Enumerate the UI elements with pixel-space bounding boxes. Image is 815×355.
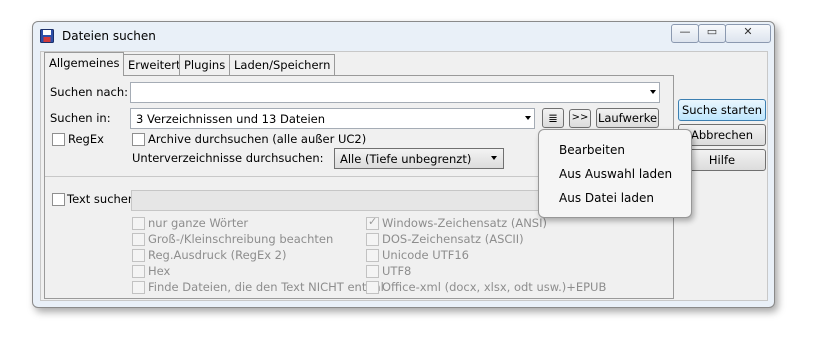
chevron-down-icon[interactable] [650,90,656,94]
search-in-combobox[interactable]: 3 Verzeichnissen und 13 Dateien [130,108,535,129]
hex-label: Hex [148,264,171,278]
menu-item-aus-auswahl-laden[interactable]: Aus Auswahl laden [559,167,672,181]
window-title: Dateien suchen [62,29,156,43]
case-sensitive-checkbox[interactable] [132,233,145,246]
menu-item-aus-datei-laden[interactable]: Aus Datei laden [559,191,654,205]
chevron-down-icon[interactable] [525,116,531,120]
text-search-label: Text suchen [67,192,136,206]
tab-erweitert[interactable]: Erweitert [123,54,186,75]
browse-button[interactable]: ≣ [542,108,564,128]
utf8-checkbox[interactable] [366,265,379,278]
search-for-label: Suchen nach: [50,85,129,99]
office-xml-label: Office-xml (docx, xlsx, odt usw.)+EPUB [382,280,607,294]
utf16-label: Unicode UTF16 [382,248,469,262]
not-contain-checkbox[interactable] [132,281,145,294]
utf16-checkbox[interactable] [366,249,379,262]
whole-words-label: nur ganze Wörter [148,216,249,230]
tab-laden-speichern[interactable]: Laden/Speichern [229,54,336,75]
search-for-combobox[interactable] [130,82,660,103]
checkmark-icon: ✓ [368,215,378,228]
utf8-label: UTF8 [382,264,412,278]
restore-icon: ▭ [706,25,718,38]
menu-item-bearbeiten[interactable]: Bearbeiten [559,143,625,157]
drives-button[interactable]: Laufwerke [596,108,659,128]
arrow-button[interactable]: >> [569,109,591,128]
regex2-checkbox[interactable] [132,249,145,262]
whole-words-checkbox[interactable] [132,217,145,230]
search-in-label: Suchen in: [50,111,111,125]
archive-label: Archive durchsuchen (alle außer UC2) [148,132,367,146]
subdirs-value: Alle (Tiefe unbegrenzt) [340,152,472,166]
ascii-checkbox[interactable] [366,233,379,246]
close-icon: ✕ [743,25,753,38]
restore-button[interactable]: ▭ [698,24,726,43]
archive-checkbox[interactable] [132,133,145,146]
minimize-button[interactable]: — [671,24,699,43]
close-button[interactable]: ✕ [725,24,771,43]
office-xml-checkbox[interactable] [366,281,379,294]
chevron-down-icon[interactable] [491,156,497,160]
subdirs-dropdown[interactable]: Alle (Tiefe unbegrenzt) [334,148,504,169]
regex-label: RegEx [68,132,104,146]
text-search-checkbox[interactable] [52,193,65,206]
subdirs-label: Unterverzeichnisse durchsuchen: [132,151,324,165]
tab-plugins[interactable]: Plugins [179,54,231,75]
not-contain-label: Finde Dateien, die den Text NICHT enthal [148,280,384,294]
minimize-icon: — [679,25,691,38]
tab-allgemeines[interactable]: Allgemeines [44,52,125,76]
regex2-label: Reg.Ausdruck (RegEx 2) [148,248,287,262]
floppy-disk-icon [40,29,54,43]
context-menu: Bearbeiten Aus Auswahl laden Aus Datei l… [538,129,692,218]
search-in-value: 3 Verzeichnissen und 13 Dateien [136,112,326,126]
regex-checkbox[interactable] [52,133,65,146]
start-search-button[interactable]: Suche starten [678,99,766,121]
title-bar[interactable]: Dateien suchen — ▭ ✕ [33,22,774,50]
case-sensitive-label: Groß-/Kleinschreibung beachten [148,232,334,246]
ansi-checkbox[interactable]: ✓ [366,215,379,230]
ascii-label: DOS-Zeichensatz (ASCII) [382,232,524,246]
hex-checkbox[interactable] [132,265,145,278]
ansi-label: Windows-Zeichensatz (ANSI) [382,216,547,230]
text-search-input[interactable] [131,190,563,211]
